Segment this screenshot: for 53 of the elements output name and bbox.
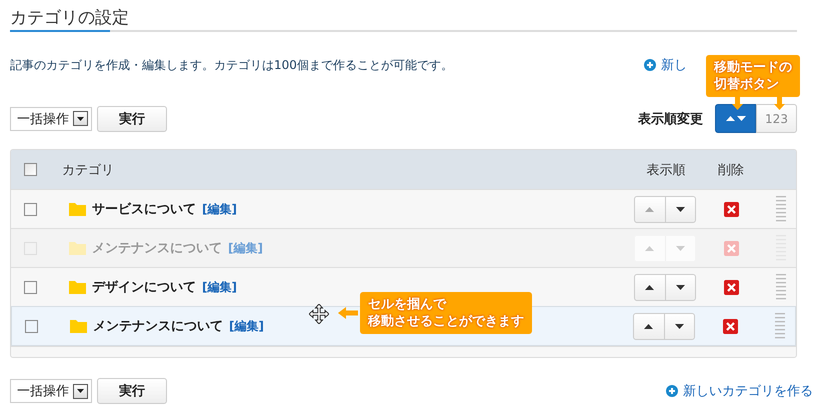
checkbox[interactable] — [24, 202, 37, 216]
execute-button[interactable]: 実行 — [97, 378, 167, 404]
up-arrow-icon — [644, 324, 654, 328]
edit-link[interactable]: [編集] — [229, 318, 264, 334]
down-arrow-icon — [676, 284, 685, 290]
category-name: メンテナンスについて — [92, 240, 222, 257]
column-header: 削除 — [717, 162, 745, 178]
checkbox[interactable] — [25, 320, 38, 332]
plus-circle-icon — [644, 59, 656, 71]
bulk-action-select[interactable]: 一括操作 — [10, 106, 92, 130]
arrow-icon — [338, 307, 358, 319]
edit-link[interactable]: [編集] — [202, 278, 237, 296]
dropdown-caret-icon — [77, 389, 84, 393]
description: 記事のカテゴリを作成・編集します。カテゴリは100個まで作ることが可能です。 — [10, 56, 453, 74]
execute-button[interactable]: 実行 — [97, 106, 167, 132]
down-arrow-icon — [676, 206, 685, 212]
folder-icon — [69, 280, 86, 294]
dropdown-caret-icon — [77, 116, 84, 120]
folder-icon — [69, 241, 86, 255]
down-arrow-icon — [676, 246, 685, 250]
plus-circle-icon — [666, 385, 678, 397]
delete-icon[interactable] — [724, 280, 738, 294]
drag-handle-icon[interactable] — [776, 274, 786, 300]
up-arrow-icon — [645, 284, 654, 290]
callout-text: 移動モードの — [714, 59, 792, 76]
new-category-link[interactable]: 新しいカテゴリを作る — [666, 382, 813, 400]
up-arrow-icon — [645, 206, 654, 212]
folder-icon — [70, 319, 87, 333]
sort-order-label: 表示順変更 — [638, 110, 703, 128]
category-name: デザインについて — [92, 279, 196, 296]
column-header: 表示順 — [646, 162, 686, 178]
callout-text: セルを掴んで — [368, 296, 448, 313]
drag-handle-icon[interactable] — [775, 313, 785, 339]
edit-link[interactable]: [編集] — [202, 200, 237, 218]
category-name: メンテナンスについて — [93, 318, 223, 335]
delete-icon[interactable] — [722, 318, 738, 334]
folder-icon — [69, 202, 86, 216]
callout-text: 移動させることができます — [368, 313, 524, 330]
number-mode-button[interactable]: 123 — [756, 104, 797, 133]
delete-icon[interactable] — [724, 202, 738, 216]
new-category-link[interactable]: 新し — [644, 56, 687, 74]
page-title: カテゴリの設定 — [10, 7, 130, 30]
checkbox[interactable] — [24, 163, 37, 176]
column-header: カテゴリ — [62, 162, 115, 178]
up-arrow-icon — [645, 246, 654, 250]
drag-handle-icon[interactable] — [776, 196, 786, 222]
move-mode-button[interactable] — [715, 104, 756, 133]
up-down-arrows-icon — [726, 116, 746, 121]
checkbox[interactable] — [24, 280, 37, 294]
category-name: サービスについて — [92, 201, 196, 218]
down-arrow-icon — [674, 324, 684, 328]
bulk-action-select[interactable]: 一括操作 — [10, 379, 92, 403]
callout-text: 切替ボタン — [714, 76, 780, 93]
